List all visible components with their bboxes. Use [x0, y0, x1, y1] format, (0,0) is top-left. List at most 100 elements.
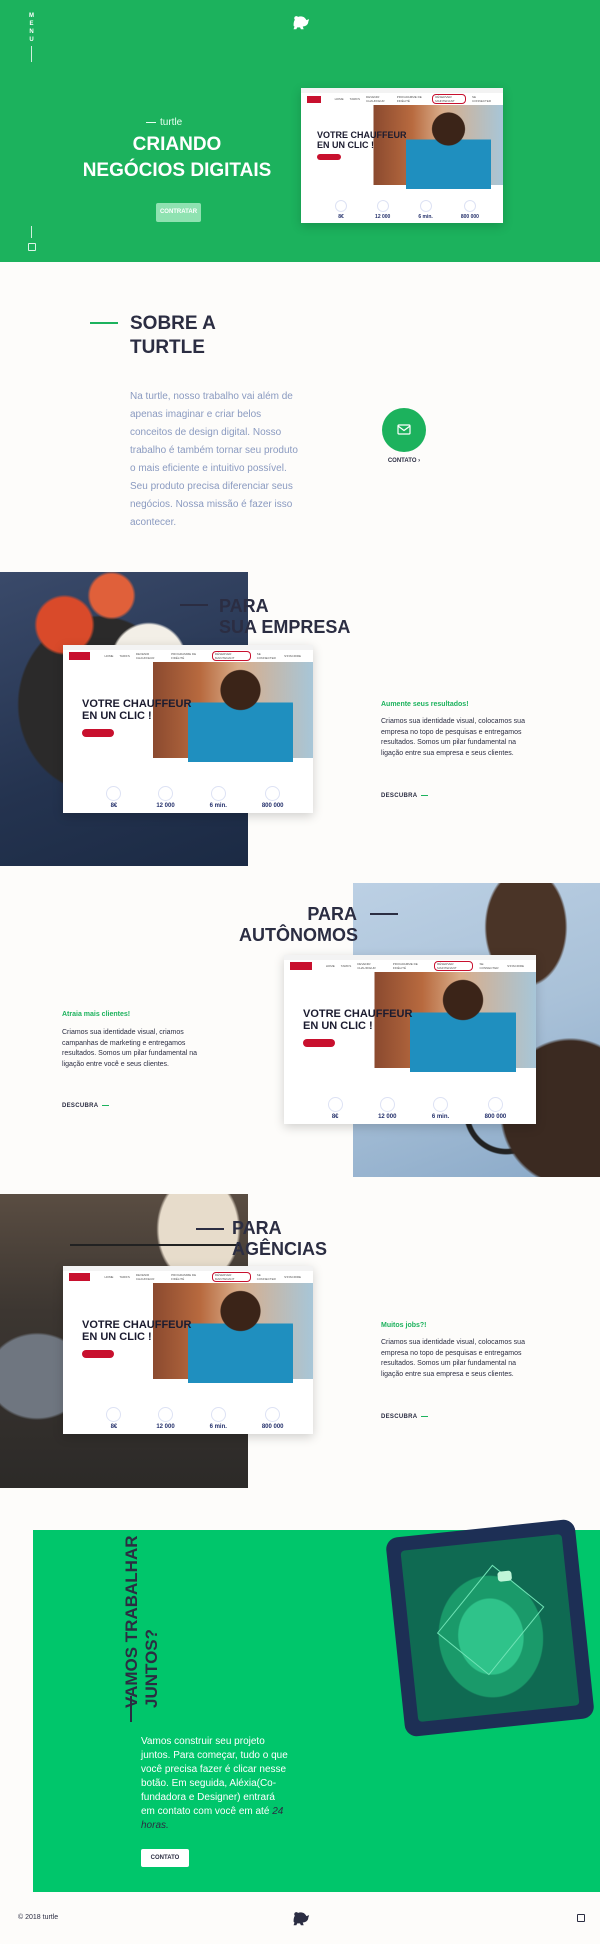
section-autonomos-link[interactable]: DESCUBRA	[62, 1103, 109, 1109]
mockup-nav-item: TARIFS	[340, 964, 352, 968]
mockup-stat: 800 000	[262, 1407, 284, 1430]
section-title-line2: AGÊNCIAS	[232, 1239, 328, 1259]
mockup-nav-item: DEVENIR CHAUFFEUR	[366, 95, 385, 103]
mockup-cta	[303, 1039, 335, 1047]
section-empresa-link[interactable]: DESCUBRA	[381, 793, 428, 799]
mockup-nav-item: DEVENIR CHAUFFEUR	[357, 962, 376, 970]
turtle-logo-icon[interactable]	[289, 1906, 311, 1928]
mockup-nav-item: SE CONNECTER	[479, 962, 499, 970]
mockup-stat: 12 000	[378, 1097, 396, 1120]
mockup-nav-item: RÉSERVER MAINTENANT	[434, 961, 474, 971]
hero-title: CRIANDO NEGÓCIOS DIGITAIS	[70, 132, 284, 184]
section-accent-line	[180, 604, 208, 606]
tag-icon	[335, 200, 348, 212]
mockup-stat-value: 8€	[110, 1424, 118, 1430]
mockup-stats: 8€ 12 000 6 min. 800 000	[63, 1392, 313, 1434]
mockup-headline-line1: VOTRE CHAUFFEUR	[317, 130, 407, 140]
mockup-headline-line2: EN UN CLIC !	[303, 1020, 373, 1032]
about-title-line1: SOBRE A	[130, 313, 216, 334]
mockup-cta	[82, 729, 114, 737]
mockup-stat: 8€	[106, 786, 122, 809]
user-icon	[487, 1097, 503, 1112]
mockup-nav-item: TARIFS	[349, 97, 361, 101]
mockup-headline-line1: VOTRE CHAUFFEUR	[82, 698, 192, 710]
mockup-stat-value: 6 min.	[431, 1114, 450, 1120]
mockup-headline-line2: EN UN CLIC !	[82, 710, 152, 722]
mockup-stats: 8€ 12 000 6 min. 800 000	[301, 187, 503, 223]
mockup-stat-value: 800 000	[460, 214, 479, 220]
mockup-stat: 8€	[106, 1407, 122, 1430]
cta-contact-button[interactable]: CONTATO	[141, 1849, 189, 1867]
mockup-logo	[69, 1273, 91, 1281]
hero-title-line2: NEGÓCIOS DIGITAIS	[82, 160, 272, 181]
mockup-stat-value: 12 000	[378, 1114, 397, 1120]
mockup-stat-value: 6 min.	[418, 214, 433, 220]
mockup-stat: 6 min.	[432, 1097, 449, 1120]
chauffeur-site-mockup: HOME TARIFS DEVENIR CHAUFFEUR PROGRAMME …	[63, 645, 313, 813]
section-accent-line	[370, 913, 398, 915]
mockup-stat: 8€	[327, 1097, 343, 1120]
mockup-stat: 12 000	[156, 786, 175, 809]
behance-icon[interactable]	[577, 1914, 585, 1922]
contratar-button[interactable]: CONTRATAR	[156, 203, 201, 222]
mockup-cta	[82, 1350, 114, 1358]
cta-text-main: Vamos construir seu projeto juntos. Para…	[141, 1736, 288, 1817]
section-title-line1: PARA	[232, 1218, 282, 1238]
tablet-illustration	[385, 1518, 595, 1738]
behance-icon[interactable]	[28, 243, 36, 251]
mockup-stat: 800 000	[461, 200, 479, 220]
mockup-stat-value: 6 min.	[209, 1424, 227, 1430]
mockup-stat-value: 8€	[338, 214, 344, 220]
chauffeur-site-mockup: HOME TARIFS DEVENIR CHAUFFEUR PROGRAMME …	[63, 1266, 313, 1434]
user-icon	[265, 1407, 281, 1422]
mockup-headline-line1: VOTRE CHAUFFEUR	[303, 1008, 413, 1020]
mockup-stat-value: 12 000	[156, 803, 175, 809]
section-title-line1: PARA	[307, 904, 357, 924]
section-title-line1: PARA	[219, 596, 269, 616]
section-autonomos-title: PARA AUTÔNOMOS	[239, 904, 358, 946]
mockup-nav-item: S'INSCRIRE	[507, 964, 524, 968]
mockup-headline-line2: EN UN CLIC !	[317, 140, 374, 150]
about-text: Na turtle, nosso trabalho vai além de ap…	[130, 391, 298, 528]
car-icon	[379, 1097, 395, 1112]
tag-icon	[327, 1097, 343, 1112]
mockup-stat-value: 8€	[110, 803, 118, 809]
mockup-nav-item: TARIFS	[119, 654, 130, 658]
contact-label[interactable]: CONTATO ›	[383, 458, 425, 464]
user-icon	[463, 200, 476, 212]
tag-icon	[106, 786, 122, 801]
mockup-person	[188, 1287, 293, 1383]
mockup-nav-item: PROGRAMME DE FIDÉLITÉ	[396, 95, 422, 103]
mockup-nav-item: DEVENIR CHAUFFEUR	[135, 1273, 155, 1281]
car-icon	[158, 786, 173, 801]
clock-icon	[433, 1097, 448, 1112]
contact-button[interactable]	[382, 408, 426, 452]
menu-button[interactable]: MENU	[27, 12, 37, 44]
mockup-stat-value: 6 min.	[209, 803, 227, 809]
car-icon	[376, 200, 389, 212]
mockup-headline: VOTRE CHAUFFEUR EN UN CLIC !	[82, 698, 191, 722]
tablet-screen	[400, 1534, 580, 1722]
turtle-logo-icon[interactable]	[289, 10, 311, 32]
mockup-headline: VOTRE CHAUFFEUR EN UN CLIC !	[317, 130, 407, 150]
mockup-nav: HOME TARIFS DEVENIR CHAUFFEUR PROGRAMME …	[63, 1271, 313, 1283]
chevron-right-icon: ›	[418, 458, 421, 464]
mockup-nav-item: RÉSERVER MAINTENANT	[211, 1272, 251, 1282]
mockup-person	[188, 666, 293, 762]
menu-divider	[31, 46, 32, 62]
clock-icon	[419, 200, 432, 212]
mockup-stat: 800 000	[262, 786, 284, 809]
section-agencias-subtitle: Muitos jobs?!	[381, 1322, 427, 1329]
mockup-nav-item: RÉSERVER MAINTENANT	[211, 651, 251, 661]
section-title-line2: SUA EMPRESA	[219, 617, 351, 637]
hero-section	[0, 0, 600, 262]
mockup-nav-item: S'INSCRIRE	[284, 1275, 301, 1279]
mockup-headline: VOTRE CHAUFFEUR EN UN CLIC !	[303, 1008, 412, 1032]
mockup-logo	[307, 95, 321, 103]
mockup-nav-item: HOME	[104, 1275, 114, 1279]
mockup-nav-item: PROGRAMME DE FIDÉLITÉ	[171, 1273, 197, 1281]
cta-accent-line	[130, 1696, 132, 1722]
mockup-headline-line1: VOTRE CHAUFFEUR	[82, 1319, 192, 1331]
mockup-stat: 8€	[335, 200, 348, 220]
section-agencias-link[interactable]: DESCUBRA	[381, 1414, 428, 1420]
